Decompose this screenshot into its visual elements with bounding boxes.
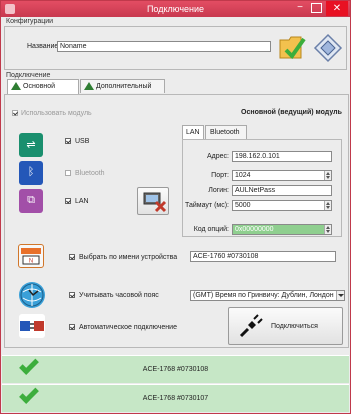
lan-label: LAN bbox=[75, 198, 89, 205]
network-computer-icon bbox=[143, 192, 167, 213]
save-config-button[interactable] bbox=[313, 33, 343, 63]
tab-additional-icon bbox=[84, 82, 94, 90]
timezone-select[interactable]: (GMT) Время по Гринвичу: Дублин, Лондон bbox=[190, 290, 345, 301]
device-list-item[interactable]: ACE-1768 #0730108 bbox=[2, 355, 349, 383]
device-name: ACE-1768 #0730108 bbox=[142, 366, 209, 373]
auto-connect-label: Автоматическое подключение bbox=[79, 324, 177, 331]
device-name: ACE-1768 #0730107 bbox=[142, 395, 209, 402]
config-name-input[interactable]: Noname bbox=[57, 41, 271, 52]
plug-connect-icon bbox=[239, 314, 263, 338]
connect-button-label: Подключиться bbox=[271, 323, 318, 330]
timezone-globe-icon bbox=[19, 282, 45, 308]
connection-group-title: Подключение bbox=[6, 72, 51, 79]
use-module-checkbox[interactable] bbox=[12, 110, 18, 116]
save-diamond-icon bbox=[313, 33, 343, 63]
bluetooth-checkbox[interactable] bbox=[65, 170, 71, 176]
port-spinner[interactable] bbox=[324, 171, 331, 180]
port-label: Порт: bbox=[211, 172, 229, 179]
use-module-label: Использовать модуль bbox=[21, 110, 92, 117]
tab-main-label: Основной bbox=[23, 83, 56, 90]
options-code-input[interactable]: 0x00000000 bbox=[232, 224, 332, 235]
options-code-spinner[interactable] bbox=[324, 225, 331, 234]
timeout-value: 5000 bbox=[235, 202, 251, 209]
connection-window: Подключение − ✕ Конфигурации Название No… bbox=[0, 0, 351, 414]
timeout-label: Таймаут (мс): bbox=[185, 202, 229, 209]
tab-main[interactable]: Основной bbox=[7, 79, 79, 94]
connect-button[interactable]: Подключиться bbox=[228, 307, 343, 345]
title-bar: Подключение − ✕ bbox=[1, 1, 350, 17]
svg-text:N: N bbox=[29, 259, 33, 265]
timezone-value: (GMT) Время по Гринвичу: Дублин, Лондон bbox=[193, 292, 334, 299]
options-code-value: 0x00000000 bbox=[235, 226, 274, 233]
auto-connect-checkbox[interactable] bbox=[69, 324, 75, 330]
address-label: Адрес: bbox=[207, 153, 229, 160]
maximize-button[interactable] bbox=[311, 3, 322, 13]
device-name-icon: N bbox=[18, 244, 44, 268]
close-button[interactable]: ✕ bbox=[326, 1, 348, 16]
lan-checkbox[interactable] bbox=[65, 198, 71, 204]
folder-icon bbox=[279, 36, 306, 60]
address-input[interactable]: 198.162.0.101 bbox=[232, 151, 332, 162]
select-by-name-label: Выбрать по имени устройства bbox=[79, 254, 178, 261]
tab-additional[interactable]: Дополнительный bbox=[80, 79, 165, 93]
lan-icon: ⧉ bbox=[19, 189, 43, 213]
usb-checkbox[interactable] bbox=[65, 138, 71, 144]
port-value: 1024 bbox=[235, 172, 251, 179]
module-status: Основной (ведущий) модуль bbox=[241, 109, 342, 116]
tab-additional-label: Дополнительный bbox=[96, 83, 152, 90]
options-code-label: Код опций: bbox=[193, 226, 229, 233]
bluetooth-icon: ᛒ bbox=[19, 161, 43, 185]
network-settings-button[interactable] bbox=[137, 187, 169, 215]
open-config-button[interactable] bbox=[277, 31, 307, 63]
chevron-down-icon[interactable] bbox=[336, 291, 344, 300]
name-label: Название bbox=[27, 43, 59, 50]
port-input[interactable]: 1024 bbox=[232, 170, 332, 181]
login-label: Логин: bbox=[208, 187, 229, 194]
inner-tab-bluetooth[interactable]: Bluetooth bbox=[205, 125, 247, 139]
select-by-name-checkbox[interactable] bbox=[69, 254, 75, 260]
device-list-item[interactable]: ACE-1768 #0730107 bbox=[2, 384, 349, 412]
device-name-input[interactable]: ACE-1760 #0730108 bbox=[190, 251, 336, 262]
minimize-button[interactable]: − bbox=[291, 1, 309, 16]
config-group-title: Конфигурации bbox=[6, 18, 54, 25]
usb-label: USB bbox=[75, 138, 90, 145]
bluetooth-label: Bluetooth bbox=[75, 170, 105, 177]
timeout-spinner[interactable] bbox=[324, 201, 331, 210]
auto-connect-plug-icon bbox=[19, 314, 45, 338]
tab-main-icon bbox=[11, 82, 21, 90]
timezone-checkbox[interactable] bbox=[69, 292, 75, 298]
usb-icon: ⇌ bbox=[19, 133, 43, 157]
login-input[interactable]: AULNetPass bbox=[232, 185, 332, 196]
timezone-label: Учитывать часовой пояс bbox=[79, 292, 159, 299]
inner-tab-lan[interactable]: LAN bbox=[182, 125, 204, 140]
timeout-input[interactable]: 5000 bbox=[232, 200, 332, 211]
